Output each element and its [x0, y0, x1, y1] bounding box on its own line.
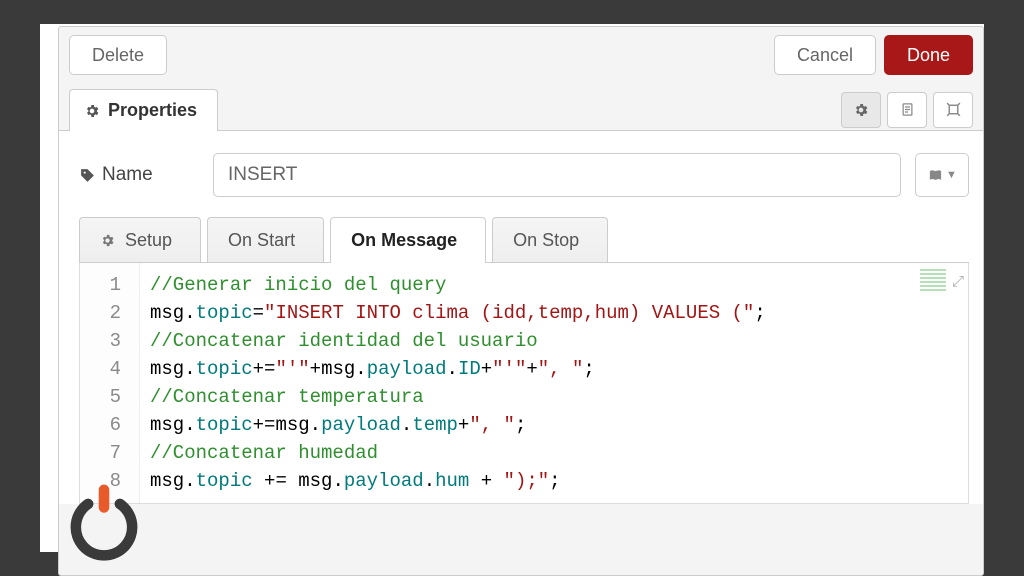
- tab-setup[interactable]: Setup: [79, 217, 201, 262]
- node-settings-button[interactable]: [841, 92, 881, 128]
- name-row: Name ▼: [79, 153, 969, 197]
- gear-icon: [100, 233, 115, 248]
- gear-icon: [853, 102, 869, 118]
- chevron-down-icon: ▼: [946, 169, 957, 181]
- editor-code[interactable]: //Generar inicio del querymsg.topic="INS…: [140, 263, 776, 503]
- appearance-icon: [945, 101, 962, 118]
- document-icon: [900, 101, 915, 118]
- tab-on-start[interactable]: On Start: [207, 217, 324, 262]
- properties-tab-label: Properties: [108, 100, 197, 121]
- delete-button[interactable]: Delete: [69, 35, 167, 75]
- function-tabs: Setup On Start On Message On Stop: [79, 217, 969, 263]
- node-appearance-button[interactable]: [933, 92, 973, 128]
- name-input[interactable]: [213, 153, 901, 197]
- tab-properties[interactable]: Properties: [69, 89, 218, 131]
- tab-on-stop[interactable]: On Stop: [492, 217, 608, 262]
- properties-body: Name ▼ Setup On Start On Message: [59, 131, 983, 504]
- tag-icon: [79, 167, 96, 184]
- properties-tabbar: Properties: [59, 89, 983, 131]
- minimap[interactable]: [920, 269, 946, 291]
- book-icon: [927, 168, 944, 183]
- editor-minimap-area: ⤢: [920, 269, 964, 297]
- expand-icon[interactable]: ⤢: [952, 269, 964, 297]
- dialog-top-buttons: Delete Cancel Done: [59, 27, 983, 89]
- done-button[interactable]: Done: [884, 35, 973, 75]
- editor-gutter: 12345678: [80, 263, 140, 503]
- tab-on-message[interactable]: On Message: [330, 217, 486, 263]
- code-editor[interactable]: 12345678 //Generar inicio del querymsg.t…: [79, 263, 969, 504]
- cancel-button[interactable]: Cancel: [774, 35, 876, 75]
- gear-icon: [84, 103, 100, 119]
- node-edit-dialog: Delete Cancel Done Properties: [58, 26, 984, 576]
- library-button[interactable]: ▼: [915, 153, 969, 197]
- name-label: Name: [79, 164, 199, 186]
- node-description-button[interactable]: [887, 92, 927, 128]
- watermark-logo: [60, 474, 148, 562]
